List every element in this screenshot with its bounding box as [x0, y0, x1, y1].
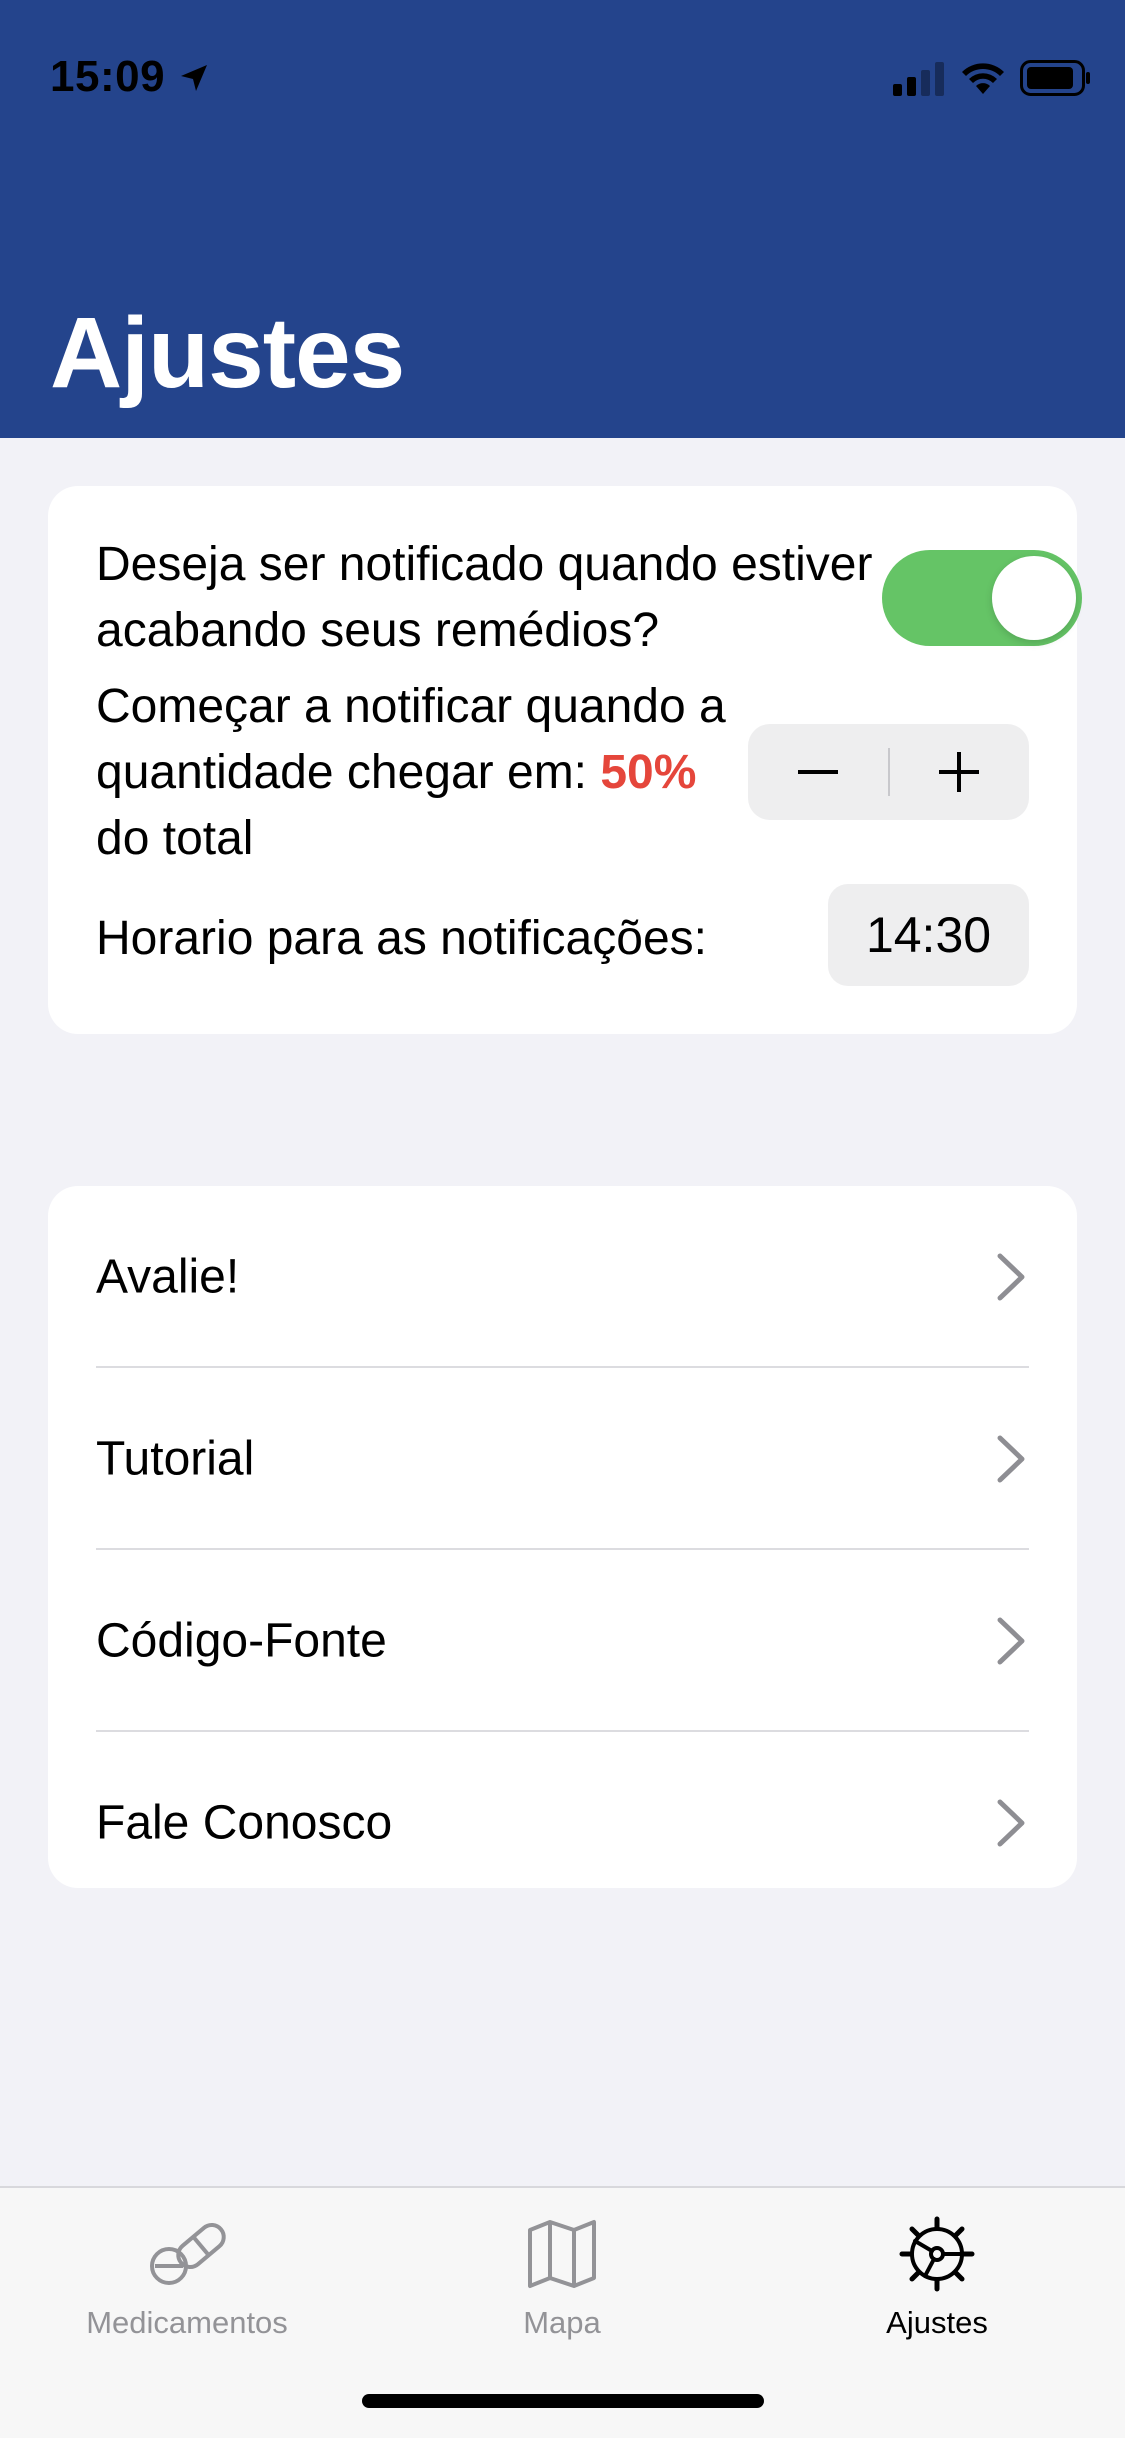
chevron-right-icon: [997, 1617, 1025, 1665]
list-item-tutorial[interactable]: Tutorial: [48, 1368, 1077, 1550]
list-item-avalie[interactable]: Avalie!: [48, 1186, 1077, 1368]
list-item-label: Código-Fonte: [96, 1614, 387, 1668]
list-item-fale-conosco[interactable]: Fale Conosco: [48, 1732, 1077, 1914]
list-item-codigo-fonte[interactable]: Código-Fonte: [48, 1550, 1077, 1732]
page-title: Ajustes: [50, 297, 405, 409]
tab-label: Ajustes: [886, 2305, 988, 2340]
list-item-label: Tutorial: [96, 1432, 255, 1486]
stepper-plus-button[interactable]: [889, 724, 1029, 820]
gear-icon: [899, 2216, 975, 2292]
threshold-suffix: do total: [96, 812, 254, 865]
notification-toggle[interactable]: [882, 550, 1082, 646]
links-card: Avalie! Tutorial Código-Fonte Fale Conos…: [48, 1186, 1077, 1888]
header: 15:09 Ajustes: [0, 0, 1125, 438]
threshold-text: Começar a notificar quando a quantidade …: [96, 674, 736, 872]
list-item-label: Fale Conosco: [96, 1796, 393, 1850]
wifi-icon: [962, 63, 1004, 94]
battery-icon: [1020, 60, 1090, 96]
plus-icon: [939, 752, 979, 792]
notification-settings-card: Deseja ser notificado quando estiver aca…: [48, 486, 1082, 1034]
threshold-value: 50%: [600, 746, 697, 799]
stepper-minus-button[interactable]: [748, 724, 888, 820]
tab-label: Mapa: [523, 2305, 601, 2340]
tab-label: Medicamentos: [86, 2305, 288, 2340]
tab-ajustes[interactable]: Ajustes: [787, 2216, 1087, 2341]
toggle-knob: [992, 556, 1076, 640]
notification-question: Deseja ser notificado quando estiver aca…: [96, 538, 873, 657]
list-item-label: Avalie!: [96, 1250, 240, 1304]
map-icon: [528, 2220, 596, 2288]
tab-mapa[interactable]: Mapa: [412, 2216, 712, 2341]
pill-icon: [150, 2223, 226, 2285]
home-indicator: [362, 2394, 764, 2408]
chevron-right-icon: [997, 1435, 1025, 1483]
location-arrow-icon: [181, 65, 207, 91]
cellular-signal-icon: [893, 62, 944, 96]
status-time: 15:09: [50, 52, 166, 101]
minus-icon: [798, 770, 838, 774]
tab-medicamentos[interactable]: Medicamentos: [37, 2216, 337, 2341]
chevron-right-icon: [997, 1253, 1025, 1301]
chevron-right-icon: [997, 1799, 1025, 1847]
notification-time-label: Horario para as notificações:: [96, 912, 707, 965]
threshold-stepper: [748, 724, 1029, 820]
notification-time-picker[interactable]: 14:30: [828, 884, 1029, 986]
